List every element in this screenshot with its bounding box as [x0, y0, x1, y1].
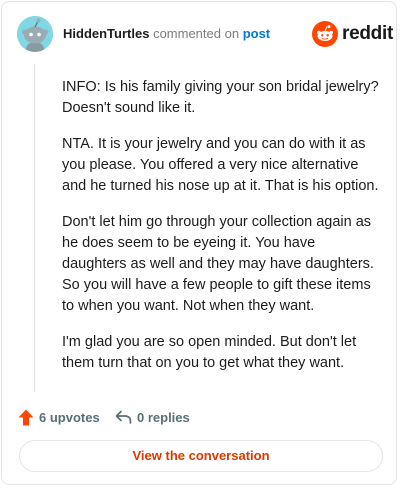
replies-button[interactable]: 0 replies — [115, 407, 190, 427]
post-link[interactable]: post — [243, 26, 270, 41]
comment-embed-card: HiddenTurtles commented on post reddit I… — [1, 1, 397, 485]
comment-header: HiddenTurtles commented on post reddit — [2, 2, 396, 70]
snoo-avatar-icon — [17, 16, 53, 52]
author-username[interactable]: HiddenTurtles — [63, 26, 149, 41]
attribution-action-text: commented on — [153, 26, 240, 41]
comment-paragraph: I'm glad you are so open minded. But don… — [62, 334, 357, 371]
comment-body: INFO: Is his family giving your son brid… — [62, 77, 382, 389]
reddit-logo-icon — [312, 21, 338, 47]
reply-count: 0 replies — [137, 409, 190, 425]
comment-attribution: HiddenTurtles commented on post — [63, 26, 270, 42]
upvote-button[interactable]: 6 upvotes — [18, 407, 100, 427]
upvote-arrow-icon — [18, 409, 34, 425]
comment-footer: 6 upvotes 0 replies — [2, 404, 396, 430]
comment-paragraph: NTA. It is your jewelry and you can do w… — [62, 136, 379, 194]
comment-paragraph: INFO: Is his family giving your son brid… — [62, 79, 379, 116]
thread-line[interactable] — [34, 64, 35, 392]
upvote-count: 6 upvotes — [39, 409, 100, 425]
view-conversation-button[interactable]: View the conversation — [19, 440, 383, 472]
reddit-wordmark: reddit — [342, 23, 393, 44]
avatar[interactable] — [17, 16, 53, 52]
reply-arrow-icon — [115, 410, 132, 424]
comment-paragraph: Don't let him go through your collection… — [62, 214, 374, 314]
